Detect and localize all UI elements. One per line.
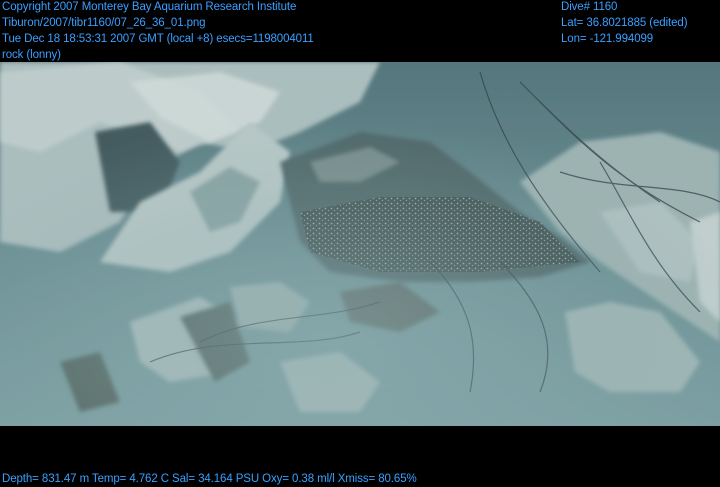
header-right-overlay: Dive# 1160 Lat= 36.8021885 (edited) Lon=… [561,0,688,47]
annotation-label: rock (lonny) [2,49,61,61]
copyright-text: Copyright 2007 Monterey Bay Aquarium Res… [2,1,297,13]
filename-text: Tiburon/2007/tibr1160/07_26_36_01.png [2,17,206,29]
seafloor-photo [0,62,720,426]
timestamp-text: Tue Dec 18 18:53:31 2007 GMT (local +8) … [2,33,314,45]
video-frame: Copyright 2007 Monterey Bay Aquarium Res… [0,0,720,486]
header-left-overlay: Copyright 2007 Monterey Bay Aquarium Res… [2,0,314,63]
latitude-readout: Lat= 36.8021885 (edited) [561,17,688,29]
telemetry-overlay: Depth= 831.47 m Temp= 4.762 C Sal= 34.16… [2,471,417,487]
telemetry-readout: Depth= 831.47 m Temp= 4.762 C Sal= 34.16… [2,473,417,485]
longitude-readout: Lon= -121.994099 [561,33,654,45]
seafloor-scene [0,62,720,426]
dive-number: Dive# 1160 [561,1,618,13]
